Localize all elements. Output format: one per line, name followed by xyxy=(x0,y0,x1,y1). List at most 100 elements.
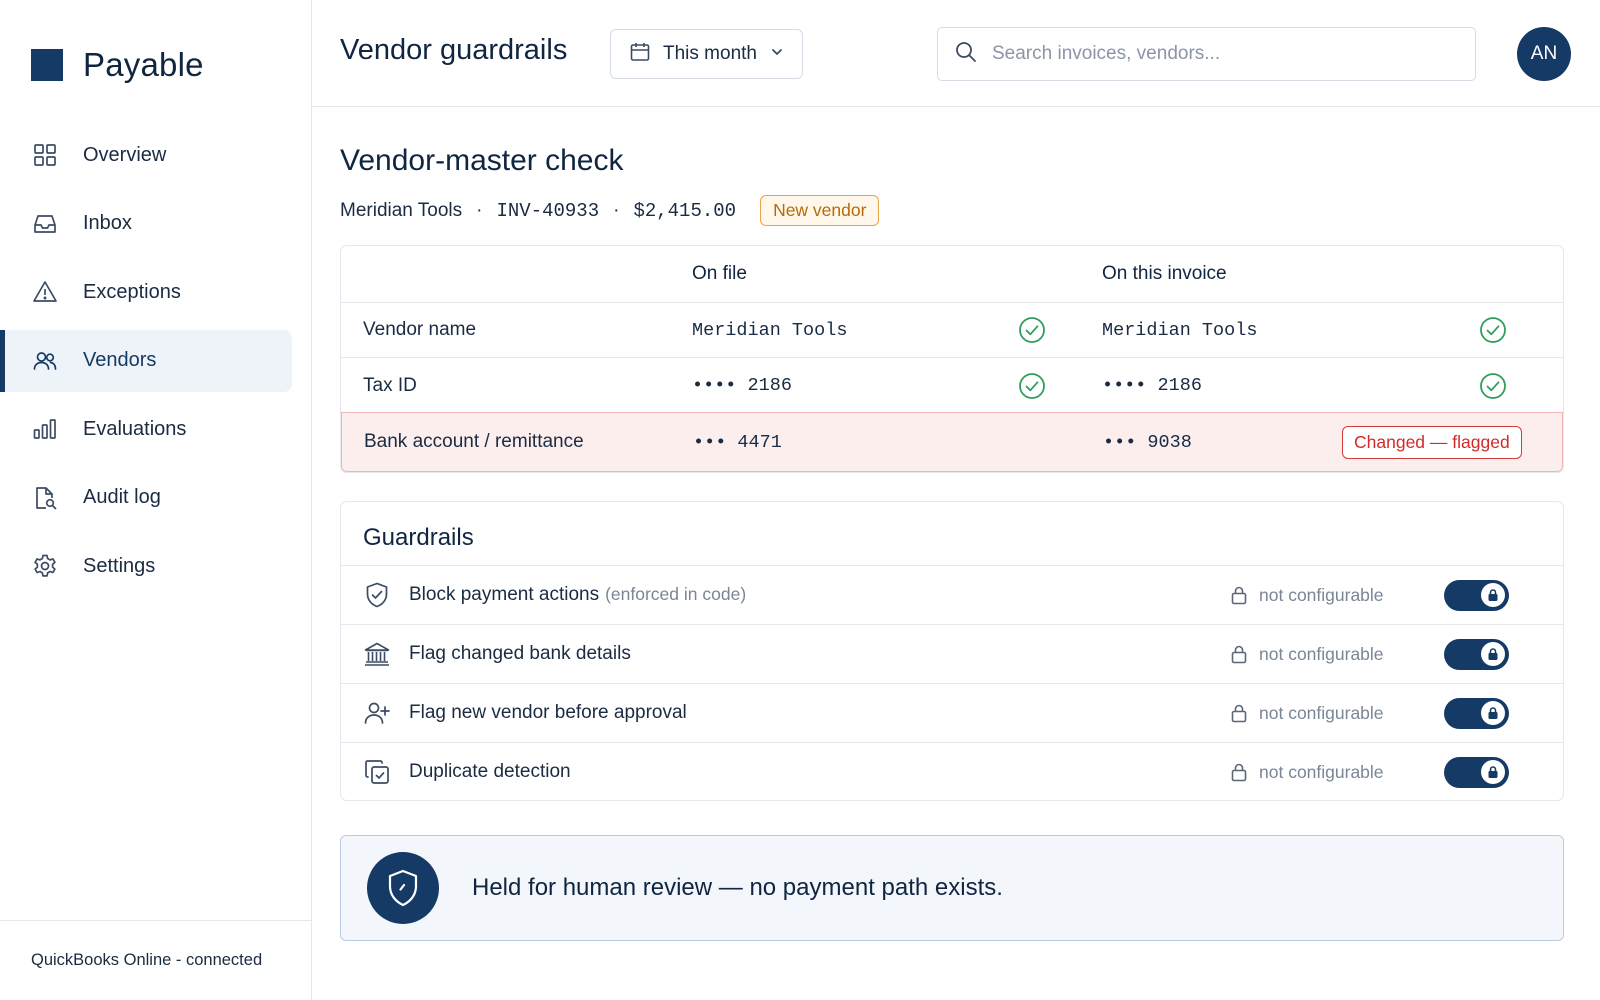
period-select-value: This month xyxy=(663,43,757,64)
table-row: Tax ID •••• 2186 •••• 2186 xyxy=(341,358,1563,413)
sidebar-nav: Overview Inbox Exceptions Vendors Evalua… xyxy=(0,124,312,604)
guardrail-label-text: Flag changed bank details xyxy=(409,643,631,664)
guardrail-label-text: Flag new vendor before approval xyxy=(409,702,687,723)
search-box xyxy=(937,27,1476,81)
check-circle-icon xyxy=(1479,372,1507,400)
sidebar-item-settings[interactable]: Settings xyxy=(0,535,292,597)
integration-status: QuickBooks Online - connected xyxy=(0,920,312,1000)
row-label: Vendor name xyxy=(363,319,477,340)
column-header-on-file: On file xyxy=(692,263,747,284)
guardrail-label: Flag new vendor before approval xyxy=(409,702,693,724)
period-select[interactable]: This month xyxy=(610,29,803,79)
chevron-down-icon xyxy=(769,44,785,65)
table-row: Vendor name Meridian Tools Meridian Tool… xyxy=(341,303,1563,358)
guardrail-toggle[interactable] xyxy=(1444,756,1509,788)
sidebar-item-evaluations[interactable]: Evaluations xyxy=(0,398,292,460)
lock-icon xyxy=(1481,760,1505,784)
sidebar-item-label: Inbox xyxy=(83,212,132,234)
invoice-meta: Meridian Tools · INV-40933 · $2,415.00 N… xyxy=(340,195,880,226)
guardrail-status: not configurable xyxy=(1259,584,1384,605)
brand[interactable]: Payable xyxy=(31,46,204,84)
shield-icon xyxy=(367,852,439,924)
guardrail-row: Flag new vendor before approval not conf… xyxy=(341,683,1563,742)
on-invoice-value: ••• 9038 xyxy=(1103,431,1192,453)
check-circle-icon xyxy=(1018,316,1046,344)
guardrails-title: Guardrails xyxy=(363,524,474,551)
gear-icon xyxy=(32,553,58,579)
sidebar-item-overview[interactable]: Overview xyxy=(0,124,292,186)
sidebar-item-label: Audit log xyxy=(83,486,161,508)
lock-icon xyxy=(1230,762,1248,782)
vendor-name: Meridian Tools xyxy=(340,199,463,221)
search-icon xyxy=(954,40,978,69)
lock-icon xyxy=(1230,703,1248,723)
review-banner-text: Held for human review — no payment path … xyxy=(472,874,1003,901)
guardrail-toggle[interactable] xyxy=(1444,579,1509,611)
new-vendor-badge: New vendor xyxy=(760,195,880,226)
sidebar-item-label: Evaluations xyxy=(83,417,187,440)
guardrail-label-text: Block payment actions xyxy=(409,584,600,605)
guardrail-label: Block payment actions (enforced in code) xyxy=(409,584,746,606)
sidebar-item-label: Overview xyxy=(83,143,167,166)
lock-icon xyxy=(1230,644,1248,664)
sidebar-item-inbox[interactable]: Inbox xyxy=(0,193,292,255)
sidebar-item-vendors[interactable]: Vendors xyxy=(0,329,292,392)
guardrail-label: Duplicate detection xyxy=(409,761,577,783)
lock-icon xyxy=(1230,585,1248,605)
guardrail-row: Block payment actions (enforced in code) … xyxy=(341,565,1563,624)
guardrail-row: Duplicate detection not configurable xyxy=(341,742,1563,801)
sidebar-item-label: Settings xyxy=(83,554,156,577)
sidebar-item-exceptions[interactable]: Exceptions xyxy=(0,261,292,323)
row-label: Bank account / remittance xyxy=(364,431,584,452)
guardrail-toggle[interactable] xyxy=(1444,638,1509,670)
review-banner: Held for human review — no payment path … xyxy=(340,835,1564,941)
search-input[interactable] xyxy=(992,43,1452,65)
guardrail-note: (enforced in code) xyxy=(605,584,747,604)
grid-icon xyxy=(32,142,58,168)
check-circle-icon xyxy=(1018,372,1046,400)
guardrail-status: not configurable xyxy=(1259,702,1384,723)
guardrails-card: Guardrails Block payment actions (enforce… xyxy=(340,501,1564,801)
vendor-comparison-table: On file On this invoice Vendor name Meri… xyxy=(340,245,1564,473)
invoice-amount: $2,415.00 xyxy=(633,199,737,222)
app-name: Payable xyxy=(83,46,204,83)
topbar: Vendor guardrails This month AN xyxy=(312,0,1600,107)
invoice-id: INV-40933 xyxy=(496,199,600,222)
on-invoice-value: •••• 2186 xyxy=(1102,375,1202,396)
separator: · xyxy=(613,199,620,221)
guardrail-toggle[interactable] xyxy=(1444,697,1509,729)
lock-icon xyxy=(1481,583,1505,607)
brand-logo xyxy=(31,49,63,81)
page-title: Vendor guardrails xyxy=(340,34,568,66)
table-header-row: On file On this invoice xyxy=(341,246,1563,303)
inbox-icon xyxy=(32,211,58,237)
on-invoice-value: Meridian Tools xyxy=(1102,319,1258,341)
guardrail-label: Flag changed bank details xyxy=(409,643,637,665)
copy-icon xyxy=(363,758,391,786)
guardrail-label-text: Duplicate detection xyxy=(409,761,571,782)
guardrail-status: not configurable xyxy=(1259,761,1384,782)
avatar[interactable]: AN xyxy=(1517,27,1571,81)
table-row-flagged: Bank account / remittance ••• 4471 ••• 9… xyxy=(341,412,1563,472)
warning-icon xyxy=(32,279,58,305)
separator: · xyxy=(476,199,483,221)
users-icon xyxy=(32,348,58,374)
sidebar-item-label: Vendors xyxy=(83,349,157,371)
column-header-on-invoice: On this invoice xyxy=(1102,263,1227,284)
on-file-value: Meridian Tools xyxy=(692,319,848,341)
shield-check-icon xyxy=(363,581,391,609)
guardrail-status: not configurable xyxy=(1259,643,1384,664)
sidebar: Payable Overview Inbox Exceptions Vendor… xyxy=(0,0,312,1000)
sidebar-item-label: Exceptions xyxy=(83,280,181,303)
section-title: Vendor-master check xyxy=(340,144,624,177)
sidebar-item-audit-log[interactable]: Audit log xyxy=(0,467,292,529)
calendar-icon xyxy=(629,41,651,68)
check-circle-icon xyxy=(1479,316,1507,344)
file-search-icon xyxy=(32,485,58,511)
guardrail-row: Flag changed bank details not configurab… xyxy=(341,624,1563,683)
user-plus-icon xyxy=(363,699,391,727)
bank-icon xyxy=(363,640,391,668)
lock-icon xyxy=(1481,642,1505,666)
row-label: Tax ID xyxy=(363,374,417,396)
on-file-value: ••• 4471 xyxy=(693,431,782,453)
